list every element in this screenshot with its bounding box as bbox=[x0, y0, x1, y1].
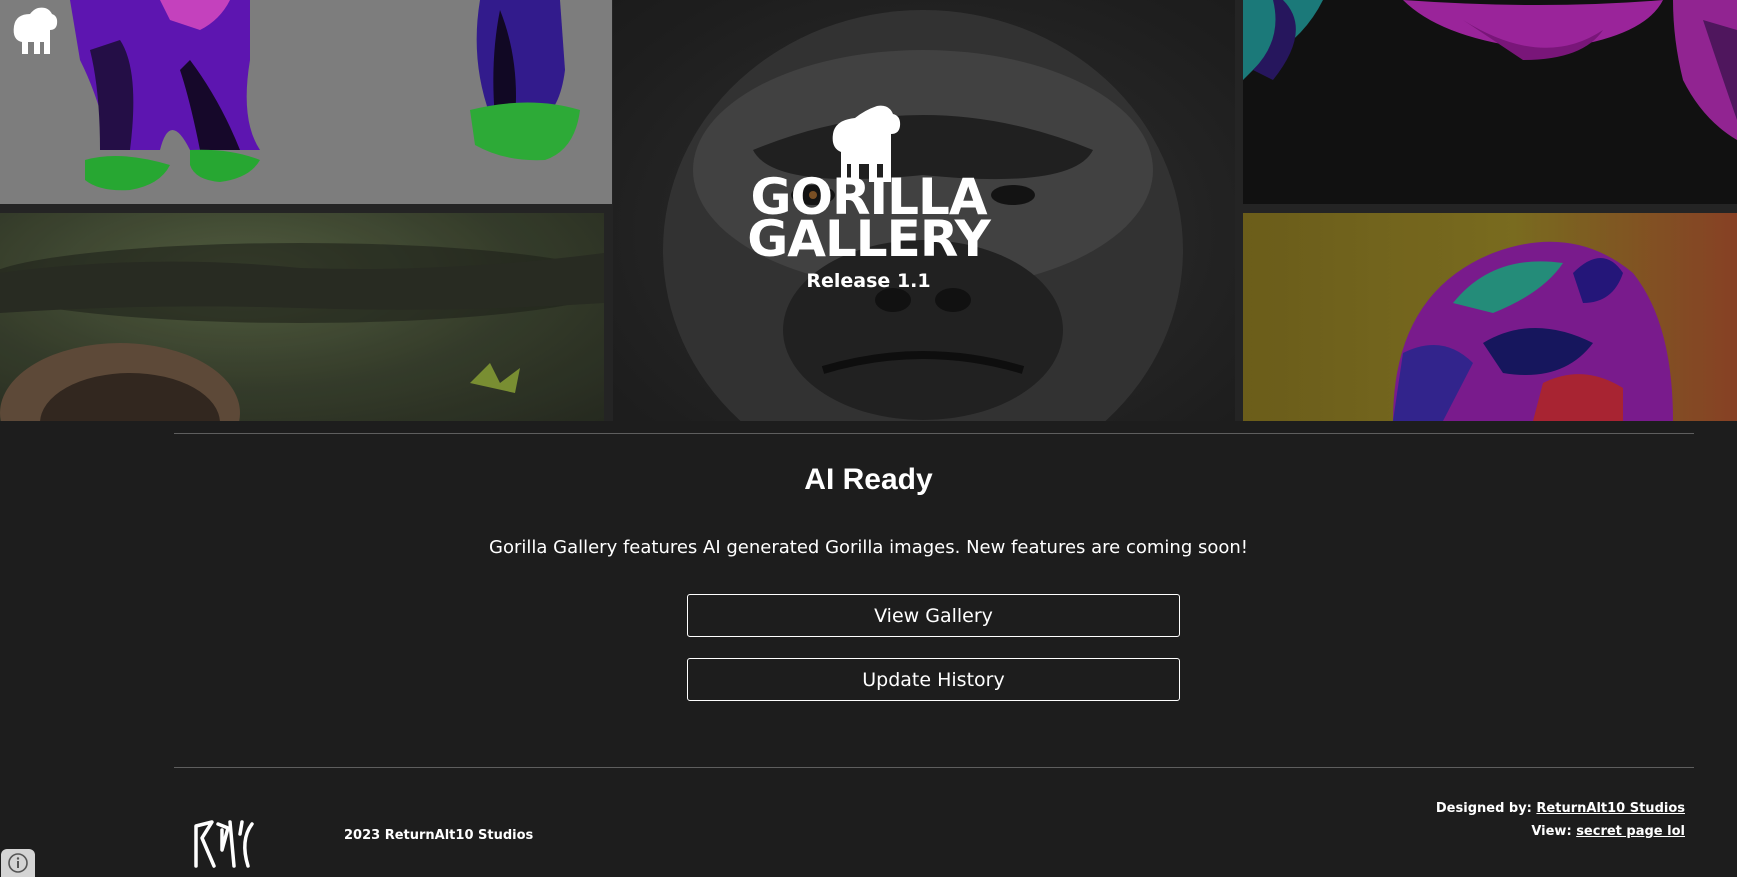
view-label: View: bbox=[1531, 824, 1572, 839]
hero-logo: GORILLA GALLERY Release 1.1 bbox=[0, 102, 1737, 292]
copyright-text: 2023 ReturnAlt10 Studios bbox=[344, 828, 534, 843]
info-button[interactable] bbox=[1, 849, 35, 877]
view-row: View: secret page lol bbox=[1436, 820, 1685, 843]
hero-title-line2: GALLERY bbox=[747, 210, 991, 268]
section-heading: AI Ready bbox=[804, 463, 933, 496]
returnalt10-logo bbox=[194, 820, 254, 868]
info-icon bbox=[8, 853, 28, 873]
gorilla-icon[interactable] bbox=[8, 4, 64, 60]
designed-by-row: Designed by: ReturnAlt10 Studios bbox=[1436, 797, 1685, 820]
divider-top bbox=[174, 433, 1694, 434]
designed-by-label: Designed by: bbox=[1435, 801, 1532, 816]
view-gallery-button[interactable]: View Gallery bbox=[687, 594, 1180, 637]
divider-footer bbox=[174, 767, 1694, 768]
designed-by-link[interactable]: ReturnAlt10 Studios bbox=[1536, 801, 1685, 816]
footer-credits: Designed by: ReturnAlt10 Studios View: s… bbox=[1436, 797, 1685, 843]
secret-page-link[interactable]: secret page lol bbox=[1576, 824, 1685, 839]
hero-banner: GORILLA GALLERY Release 1.1 bbox=[0, 0, 1737, 421]
release-version: Release 1.1 bbox=[806, 270, 931, 292]
hero-title: GORILLA GALLERY bbox=[0, 172, 1737, 268]
update-history-button[interactable]: Update History bbox=[687, 658, 1180, 701]
section-description: Gorilla Gallery features AI generated Go… bbox=[489, 537, 1248, 558]
